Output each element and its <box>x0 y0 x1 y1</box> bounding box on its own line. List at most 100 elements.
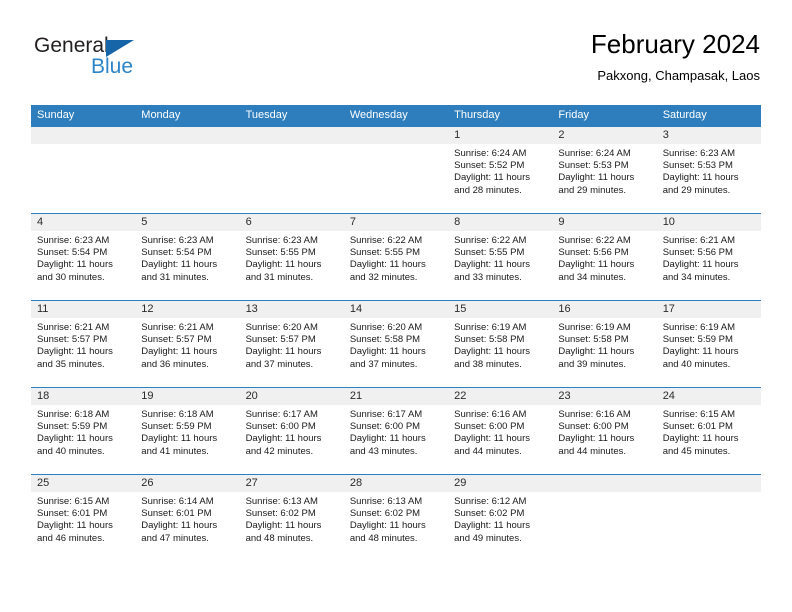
sunset-text: Sunset: 5:56 PM <box>662 247 733 259</box>
day-cell[interactable]: 29 Sunrise: 6:12 AM Sunset: 6:02 PM Dayl… <box>448 475 553 561</box>
day-cell[interactable]: 15 Sunrise: 6:19 AM Sunset: 5:58 PM Dayl… <box>448 301 553 387</box>
daylight-text-line1: Daylight: 11 hours <box>558 433 635 445</box>
day-detail: Sunrise: 6:23 AM Sunset: 5:54 PM Dayligh… <box>31 231 135 284</box>
daylight-text-line1: Daylight: 11 hours <box>37 259 113 271</box>
day-detail: Sunrise: 6:22 AM Sunset: 5:55 PM Dayligh… <box>448 231 552 284</box>
week-row: 4 Sunrise: 6:23 AM Sunset: 5:54 PM Dayli… <box>31 213 761 300</box>
daylight-text-line2: and 37 minutes. <box>349 358 418 370</box>
day-number: 6 <box>239 214 344 231</box>
day-cell[interactable]: 10 Sunrise: 6:21 AM Sunset: 5:56 PM Dayl… <box>656 214 761 300</box>
weekday-header-sunday: Sunday <box>37 109 75 121</box>
sunset-text: Sunset: 5:57 PM <box>245 334 316 346</box>
day-number: 11 <box>31 301 136 318</box>
day-cell[interactable]: 17 Sunrise: 6:19 AM Sunset: 5:59 PM Dayl… <box>656 301 761 387</box>
page-header: General Blue February 2024 Pakxong, Cham… <box>32 28 760 98</box>
day-cell[interactable]: 9 Sunrise: 6:22 AM Sunset: 5:56 PM Dayli… <box>552 214 657 300</box>
daylight-text-line2: and 34 minutes. <box>558 271 627 283</box>
daylight-text-line1: Daylight: 11 hours <box>454 520 530 532</box>
day-number <box>31 127 136 144</box>
daylight-text-line2: and 33 minutes. <box>454 271 522 283</box>
day-cell[interactable]: 2 Sunrise: 6:24 AM Sunset: 5:53 PM Dayli… <box>552 127 657 213</box>
day-number: 13 <box>239 301 344 318</box>
day-cell[interactable]: 1 Sunrise: 6:24 AM Sunset: 5:52 PM Dayli… <box>448 127 553 213</box>
day-cell[interactable]: 23 Sunrise: 6:16 AM Sunset: 6:00 PM Dayl… <box>552 388 657 474</box>
day-cell[interactable]: 27 Sunrise: 6:13 AM Sunset: 6:02 PM Dayl… <box>239 475 344 561</box>
daylight-text-line1: Daylight: 11 hours <box>37 346 113 358</box>
sunrise-text: Sunrise: 6:23 AM <box>662 148 736 159</box>
daylight-text-line2: and 44 minutes. <box>558 445 627 457</box>
day-detail <box>135 144 239 148</box>
day-number: 16 <box>552 301 657 318</box>
sunset-text: Sunset: 6:00 PM <box>454 421 525 433</box>
sunrise-text: Sunrise: 6:15 AM <box>37 496 110 507</box>
day-number: 15 <box>448 301 553 318</box>
day-cell[interactable]: 22 Sunrise: 6:16 AM Sunset: 6:00 PM Dayl… <box>448 388 553 474</box>
day-cell[interactable] <box>552 475 657 561</box>
day-cell[interactable] <box>135 127 240 213</box>
daylight-text-line1: Daylight: 11 hours <box>662 433 739 445</box>
day-number: 2 <box>552 127 657 144</box>
daylight-text-line1: Daylight: 11 hours <box>245 520 322 532</box>
day-detail: Sunrise: 6:19 AM Sunset: 5:58 PM Dayligh… <box>552 318 656 371</box>
daylight-text-line1: Daylight: 11 hours <box>349 433 426 445</box>
day-cell[interactable] <box>343 127 449 213</box>
day-cell[interactable]: 13 Sunrise: 6:20 AM Sunset: 5:57 PM Dayl… <box>239 301 344 387</box>
day-detail: Sunrise: 6:22 AM Sunset: 5:55 PM Dayligh… <box>344 231 448 284</box>
day-cell[interactable]: 14 Sunrise: 6:20 AM Sunset: 5:58 PM Dayl… <box>343 301 449 387</box>
daylight-text-line2: and 39 minutes. <box>558 358 627 370</box>
weekday-header-monday: Monday <box>141 109 181 121</box>
daylight-text-line2: and 46 minutes. <box>37 532 105 544</box>
day-number: 7 <box>343 214 449 231</box>
day-cell[interactable]: 6 Sunrise: 6:23 AM Sunset: 5:55 PM Dayli… <box>239 214 344 300</box>
day-number: 29 <box>448 475 553 492</box>
day-cell[interactable]: 25 Sunrise: 6:15 AM Sunset: 6:01 PM Dayl… <box>31 475 136 561</box>
day-cell[interactable]: 19 Sunrise: 6:18 AM Sunset: 5:59 PM Dayl… <box>135 388 240 474</box>
day-cell[interactable] <box>656 475 761 561</box>
day-number: 22 <box>448 388 553 405</box>
daylight-text-line2: and 43 minutes. <box>349 445 418 457</box>
sunrise-text: Sunrise: 6:20 AM <box>349 322 423 333</box>
day-cell[interactable]: 8 Sunrise: 6:22 AM Sunset: 5:55 PM Dayli… <box>448 214 553 300</box>
day-detail: Sunrise: 6:21 AM Sunset: 5:57 PM Dayligh… <box>135 318 239 371</box>
sunrise-text: Sunrise: 6:23 AM <box>141 235 214 246</box>
day-number: 24 <box>656 388 761 405</box>
weekday-header-wednesday: Wednesday <box>349 109 408 121</box>
general-blue-logo[interactable]: General Blue <box>34 34 214 90</box>
sunset-text: Sunset: 5:57 PM <box>37 334 108 346</box>
day-cell[interactable] <box>239 127 344 213</box>
sunset-text: Sunset: 6:02 PM <box>349 508 421 520</box>
daylight-text-line1: Daylight: 11 hours <box>245 259 322 271</box>
day-cell[interactable]: 12 Sunrise: 6:21 AM Sunset: 5:57 PM Dayl… <box>135 301 240 387</box>
day-cell[interactable]: 5 Sunrise: 6:23 AM Sunset: 5:54 PM Dayli… <box>135 214 240 300</box>
day-cell[interactable]: 11 Sunrise: 6:21 AM Sunset: 5:57 PM Dayl… <box>31 301 136 387</box>
sunset-text: Sunset: 5:52 PM <box>454 160 525 172</box>
day-cell[interactable]: 18 Sunrise: 6:18 AM Sunset: 5:59 PM Dayl… <box>31 388 136 474</box>
sunset-text: Sunset: 5:55 PM <box>349 247 421 259</box>
day-cell[interactable]: 16 Sunrise: 6:19 AM Sunset: 5:58 PM Dayl… <box>552 301 657 387</box>
day-cell[interactable]: 7 Sunrise: 6:22 AM Sunset: 5:55 PM Dayli… <box>343 214 449 300</box>
daylight-text-line2: and 47 minutes. <box>141 532 209 544</box>
day-cell[interactable] <box>31 127 136 213</box>
daylight-text-line1: Daylight: 11 hours <box>245 433 322 445</box>
day-cell[interactable]: 20 Sunrise: 6:17 AM Sunset: 6:00 PM Dayl… <box>239 388 344 474</box>
day-number: 26 <box>135 475 240 492</box>
day-cell[interactable]: 4 Sunrise: 6:23 AM Sunset: 5:54 PM Dayli… <box>31 214 136 300</box>
day-cell[interactable]: 24 Sunrise: 6:15 AM Sunset: 6:01 PM Dayl… <box>656 388 761 474</box>
daylight-text-line1: Daylight: 11 hours <box>662 172 739 184</box>
daylight-text-line1: Daylight: 11 hours <box>558 259 635 271</box>
sunrise-text: Sunrise: 6:21 AM <box>662 235 736 246</box>
day-cell[interactable]: 21 Sunrise: 6:17 AM Sunset: 6:00 PM Dayl… <box>343 388 449 474</box>
day-detail <box>344 144 448 148</box>
day-cell[interactable]: 26 Sunrise: 6:14 AM Sunset: 6:01 PM Dayl… <box>135 475 240 561</box>
day-detail: Sunrise: 6:21 AM Sunset: 5:56 PM Dayligh… <box>657 231 761 284</box>
sunset-text: Sunset: 5:54 PM <box>37 247 108 259</box>
daylight-text-line2: and 36 minutes. <box>141 358 209 370</box>
daylight-text-line2: and 30 minutes. <box>37 271 105 283</box>
daylight-text-line2: and 48 minutes. <box>349 532 418 544</box>
day-number: 9 <box>552 214 657 231</box>
day-cell[interactable]: 28 Sunrise: 6:13 AM Sunset: 6:02 PM Dayl… <box>343 475 449 561</box>
daylight-text-line1: Daylight: 11 hours <box>349 520 426 532</box>
day-cell[interactable]: 3 Sunrise: 6:23 AM Sunset: 5:53 PM Dayli… <box>656 127 761 213</box>
day-detail: Sunrise: 6:17 AM Sunset: 6:00 PM Dayligh… <box>240 405 344 458</box>
day-number: 1 <box>448 127 553 144</box>
